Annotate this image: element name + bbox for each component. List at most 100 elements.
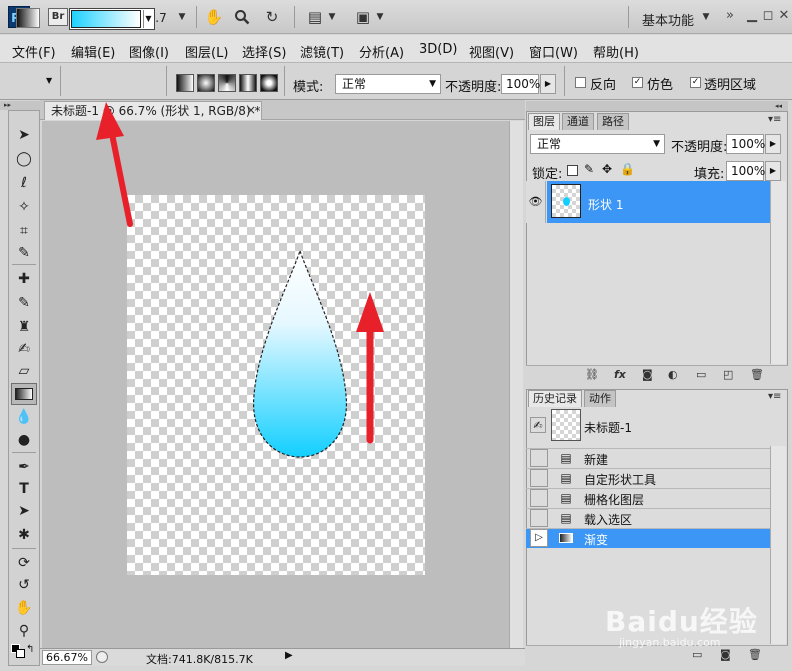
linear-gradient-button[interactable] [176, 74, 194, 92]
history-step-label[interactable]: 栅格化图层 [584, 491, 644, 508]
menu-select[interactable]: 选择(S) [242, 42, 286, 61]
tab-layers[interactable]: 图层 [528, 113, 560, 130]
expand-icon[interactable]: » [722, 8, 738, 24]
close-document-icon[interactable]: × [246, 103, 256, 117]
history-source-box[interactable] [530, 489, 548, 507]
lock-all-icon[interactable]: 🔒 [620, 162, 635, 176]
gradient-tool-icon[interactable] [11, 383, 37, 405]
arrange-documents-icon[interactable]: ▤ [304, 0, 326, 34]
new-group-icon[interactable]: ▭ [696, 368, 706, 381]
tab-channels[interactable]: 通道 [562, 113, 594, 130]
document-tab[interactable]: 未标题-1 @ 66.7% (形状 1, RGB/8) * [44, 101, 262, 120]
layer-style-icon[interactable]: fx [614, 368, 626, 381]
magic-wand-tool-icon[interactable]: ✧ [11, 196, 37, 218]
hand-icon[interactable]: ✋ [202, 0, 226, 34]
hand-tool-icon[interactable]: ✋ [11, 597, 37, 619]
menu-window[interactable]: 窗口(W) [529, 42, 578, 61]
marquee-tool-icon[interactable]: ◯ [11, 148, 37, 170]
diamond-gradient-button[interactable] [260, 74, 278, 92]
tab-actions[interactable]: 动作 [584, 390, 616, 407]
menu-help[interactable]: 帮助(H) [593, 42, 639, 61]
history-snapshot-thumbnail[interactable] [551, 409, 581, 441]
history-brush-source-icon[interactable]: ✍ [530, 417, 546, 433]
screen-mode-icon[interactable]: ▣ [352, 0, 374, 34]
history-step-label[interactable]: 渐变 [584, 531, 608, 548]
layer-mask-icon[interactable]: ◙ [642, 368, 653, 381]
radial-gradient-button[interactable] [197, 74, 215, 92]
swap-colors-icon[interactable]: ↰ [26, 644, 34, 655]
zoom-icon[interactable] [230, 0, 254, 34]
zoom-tool-icon[interactable]: ⚲ [11, 620, 37, 642]
tool-preset-picker[interactable] [16, 8, 40, 28]
lock-pixels-icon[interactable]: ✎ [584, 162, 594, 176]
color-swatches-icon[interactable] [11, 644, 25, 658]
history-source-box[interactable] [530, 509, 548, 527]
canvas-vertical-scrollbar[interactable] [509, 121, 523, 648]
restore-button[interactable]: ◻ [760, 8, 776, 24]
history-scrollbar[interactable] [770, 446, 786, 644]
layer-name[interactable]: 形状 1 [588, 196, 623, 213]
healing-brush-tool-icon[interactable]: ✚ [11, 268, 37, 290]
dither-checkbox[interactable]: ✓ [632, 77, 643, 88]
reflected-gradient-button[interactable] [239, 74, 257, 92]
close-window-button[interactable]: ✕ [776, 8, 792, 24]
link-layers-icon[interactable]: ⛓ [585, 368, 599, 381]
lock-position-icon[interactable]: ✥ [602, 162, 612, 176]
bridge-button[interactable]: Br [48, 8, 68, 26]
history-step-label[interactable]: 载入选区 [584, 511, 632, 528]
status-zoom-input[interactable]: 66.67% [42, 650, 92, 665]
menu-edit[interactable]: 编辑(E) [71, 42, 115, 61]
eraser-tool-icon[interactable]: ▱ [11, 360, 37, 382]
menu-view[interactable]: 视图(V) [469, 42, 514, 61]
path-selection-tool-icon[interactable]: ➤ [11, 500, 37, 522]
panel-collapse-icon[interactable]: ◂◂ [526, 101, 788, 111]
history-snapshot-name[interactable]: 未标题-1 [584, 419, 632, 436]
dodge-tool-icon[interactable]: ● [11, 429, 37, 451]
layer-opacity-slider-button[interactable]: ▶ [765, 134, 781, 154]
panel-menu-icon[interactable]: ▾≡ [768, 114, 781, 125]
minimize-button[interactable]: ▁ [744, 8, 760, 24]
menu-layer[interactable]: 图层(L) [185, 42, 228, 61]
menu-file[interactable]: 文件(F) [12, 42, 56, 61]
layer-opacity-input[interactable]: 100% [726, 134, 765, 154]
transparency-checkbox[interactable]: ✓ [690, 77, 701, 88]
chevron-down-icon[interactable]: ▼ [176, 0, 188, 34]
eyedropper-tool-icon[interactable]: ✎ [11, 242, 37, 264]
chevron-down-icon[interactable]: ▼ [46, 76, 52, 85]
menu-analysis[interactable]: 分析(A) [359, 42, 404, 61]
menu-3d[interactable]: 3D(D) [419, 42, 457, 57]
type-tool-icon[interactable]: T [11, 478, 37, 500]
history-brush-tool-icon[interactable]: ✍ [11, 338, 37, 360]
opacity-slider-button[interactable]: ▶ [540, 74, 556, 94]
custom-shape-tool-icon[interactable]: ✱ [11, 524, 37, 546]
workspace-switcher[interactable]: 基本功能 [642, 10, 694, 29]
history-step-label[interactable]: 新建 [584, 451, 608, 468]
adjustment-layer-icon[interactable]: ◐ [668, 368, 678, 381]
menu-filter[interactable]: 滤镜(T) [300, 42, 344, 61]
brush-tool-icon[interactable]: ✎ [11, 292, 37, 314]
new-layer-icon[interactable]: ◰ [723, 368, 733, 381]
history-panel-menu-icon[interactable]: ▾≡ [768, 391, 781, 402]
opacity-input[interactable]: 100% [501, 74, 540, 94]
mode-dropdown[interactable]: 正常 ▼ [335, 74, 441, 94]
rotate-view-icon[interactable]: ↻ [260, 0, 284, 34]
status-info-icon[interactable] [96, 651, 108, 663]
history-state-slider-icon[interactable]: ▷ [530, 529, 548, 547]
history-step-label[interactable]: 自定形状工具 [584, 471, 656, 488]
chevron-down-icon[interactable]: ▼ [374, 0, 386, 34]
fill-input[interactable]: 100% [726, 161, 765, 181]
angle-gradient-button[interactable] [218, 74, 236, 92]
status-menu-arrow-icon[interactable]: ▶ [285, 650, 293, 661]
3d-rotate-tool-icon[interactable]: ⟳ [11, 552, 37, 574]
history-source-box[interactable] [530, 449, 548, 467]
crop-tool-icon[interactable]: ⌗ [11, 220, 37, 242]
history-source-box[interactable] [530, 469, 548, 487]
layer-visibility-eye-icon[interactable]: 👁 [526, 181, 546, 223]
toolbox-collapse-icon[interactable]: ▸▸ [0, 101, 40, 110]
menu-image[interactable]: 图像(I) [129, 42, 169, 61]
pen-tool-icon[interactable]: ✒ [11, 456, 37, 478]
lock-transparent-icon[interactable] [567, 165, 578, 176]
tab-paths[interactable]: 路径 [597, 113, 629, 130]
chevron-down-icon[interactable]: ▼ [700, 0, 712, 34]
lasso-tool-icon[interactable]: ℓ [11, 172, 37, 194]
